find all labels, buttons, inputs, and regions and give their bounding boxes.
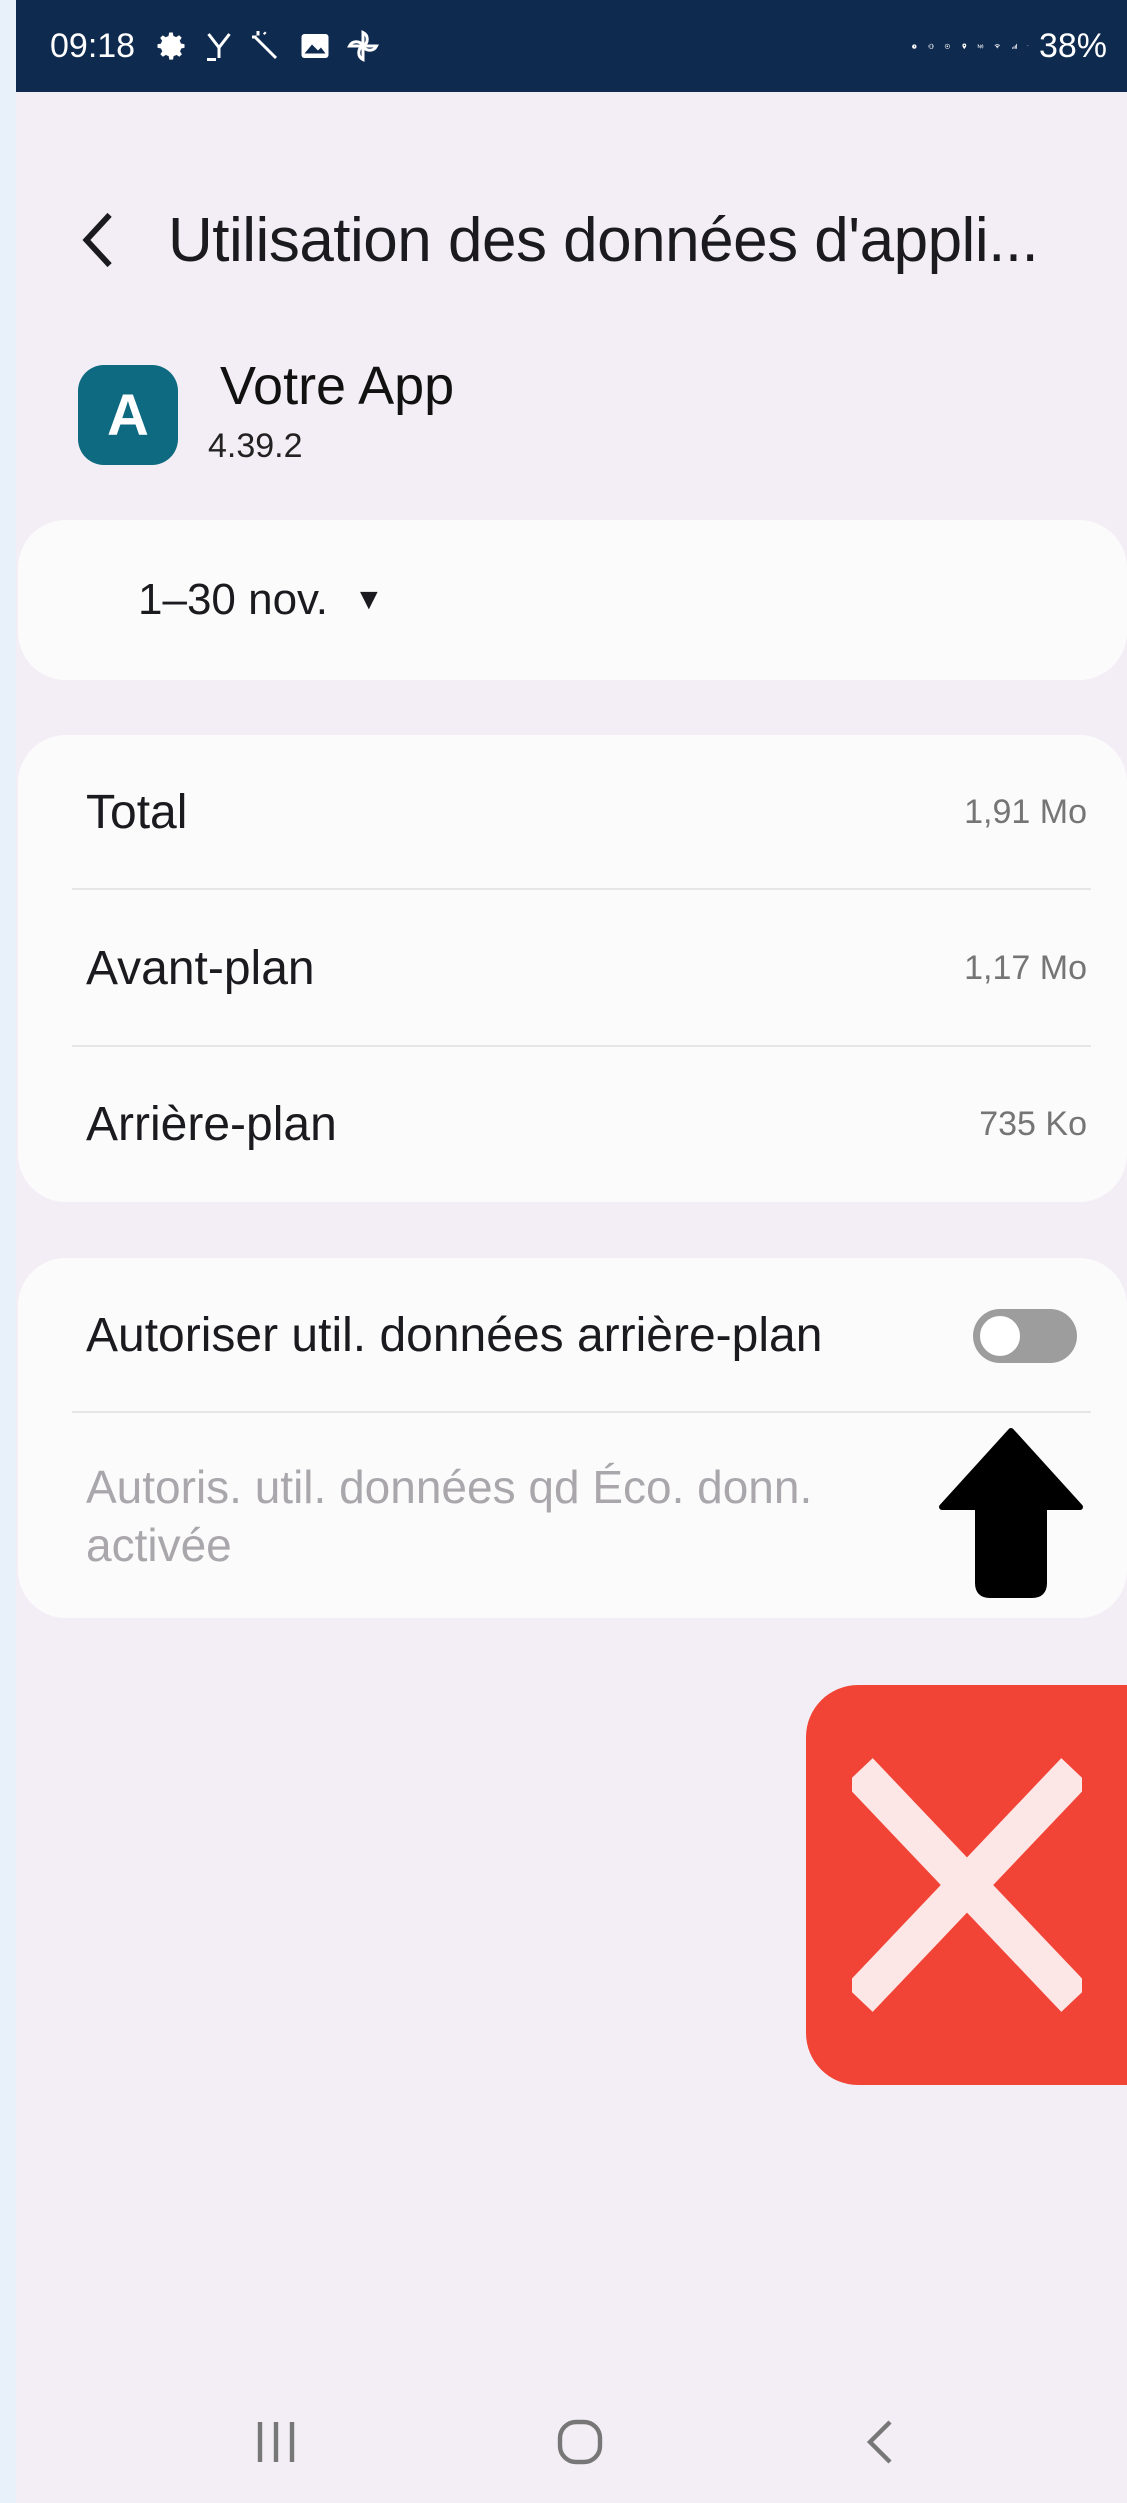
status-time: 09:18 [50,26,136,65]
usage-value: 735 Ko [979,1105,1087,1143]
app-bar: Utilisation des données d'appli... [16,185,1127,295]
navigation-bar [16,2380,1127,2503]
nav-back-button[interactable] [822,2392,942,2492]
error-x-badge [806,1685,1127,2085]
app-icon: A [78,365,178,465]
allow-background-data-switch[interactable] [973,1308,1077,1363]
usage-label: Total [86,786,188,839]
battery-icon [1027,45,1029,47]
gallery-icon [301,34,329,58]
status-right-icons: 38% [911,27,1107,66]
data-saver-option-label: Autoris. util. données qd Éco. donn. act… [86,1461,813,1571]
switch-knob [977,1312,1023,1359]
battery-percent: 38% [1038,26,1107,65]
allow-background-data-row[interactable]: Autoriser util. données arrière-plan [18,1258,1127,1413]
usage-card: Total 1,91 Mo Avant-plan 1,17 Mo Arrière… [18,735,1127,1202]
status-bar: 09:18 38% [16,0,1127,92]
usage-row-background: Arrière-plan 735 Ko [18,1047,1127,1202]
home-icon [557,2419,603,2464]
app-texts: Votre App 4.39.2 [208,355,455,475]
download-icon [207,33,231,61]
signal-icon [1011,43,1017,49]
usage-label: Avant-plan [86,942,315,995]
app-name: Votre App [220,356,455,416]
period-label: 1–30 nov. [138,575,329,624]
divider [72,1411,1091,1413]
usage-value: 1,17 Mo [964,949,1087,987]
close-icon [851,1758,1082,2012]
location-icon [962,43,967,49]
arrow-up-icon [939,1428,1083,1598]
vibrate-icon [928,43,934,49]
alarm-icon [912,44,917,49]
app-version: 4.39.2 [208,427,303,465]
chevron-left-icon [866,2419,892,2464]
period-selector[interactable]: 1–30 nov. ▼ [18,520,1127,680]
chevron-left-icon [82,212,112,268]
usage-row-foreground: Avant-plan 1,17 Mo [18,891,1127,1046]
home-button[interactable] [520,2392,640,2492]
divider [72,888,1091,890]
allow-background-data-label: Autoriser util. données arrière-plan [86,1309,823,1362]
recents-icon [257,2421,295,2462]
sync-icon [945,43,950,49]
app-info: A Votre App 4.39.2 [78,355,454,475]
usage-row-total: Total 1,91 Mo [18,735,1127,890]
phone-screen: 09:18 38% Utilisation des données d'appl… [16,0,1127,2503]
nfc-icon [978,43,984,49]
pinwheel-icon [347,30,379,62]
back-button[interactable] [38,185,158,295]
gear-icon [157,32,185,60]
status-left-icons [153,28,381,64]
wifi-icon [994,43,1001,49]
usage-label: Arrière-plan [86,1098,337,1151]
usage-value: 1,91 Mo [964,793,1087,831]
recents-button[interactable] [216,2392,336,2492]
magic-wand-icon [252,31,278,60]
page-title: Utilisation des données d'appli... [168,205,1039,275]
caret-down-icon: ▼ [354,583,384,616]
